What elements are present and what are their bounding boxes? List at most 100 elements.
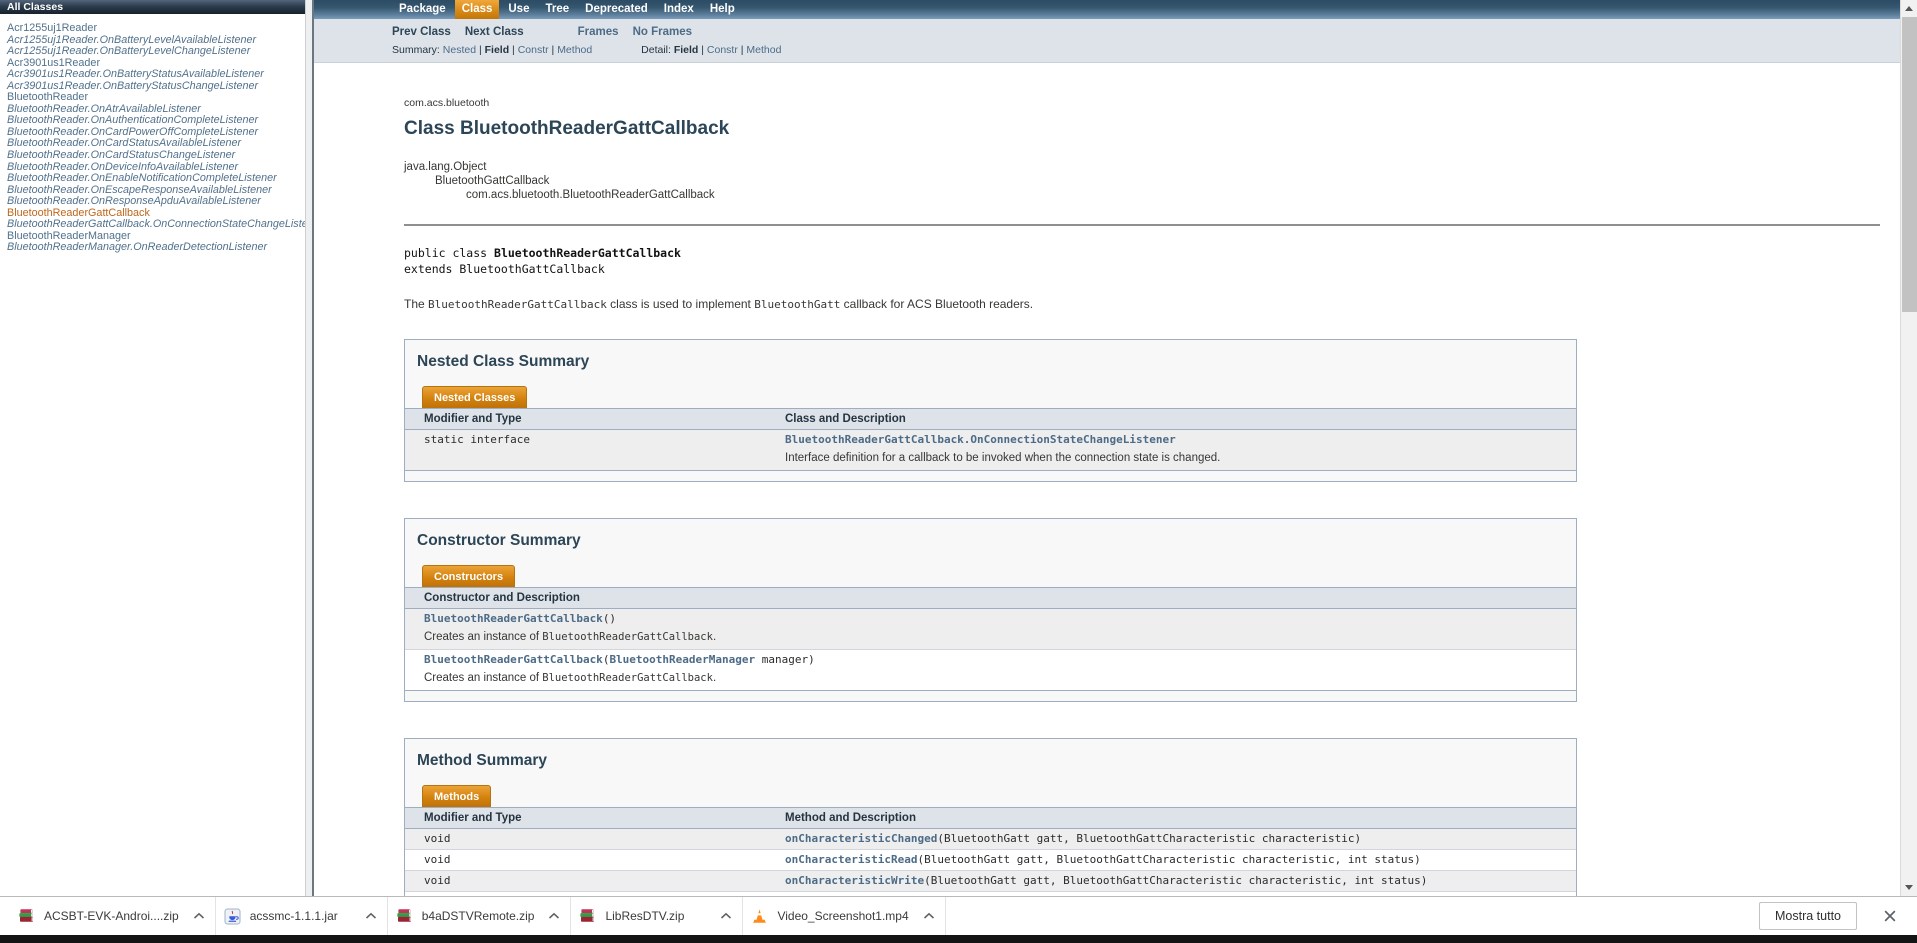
nested-class-link[interactable]: BluetoothReaderGattCallback.OnConnection…: [785, 433, 1176, 446]
constructor-link[interactable]: BluetoothReaderGattCallback: [424, 612, 603, 625]
sub-navigation: Prev Class Next Class Frames No Frames Summ…: [314, 19, 1900, 63]
chevron-up-icon[interactable]: [548, 912, 560, 920]
topnav-tree[interactable]: Tree: [538, 0, 576, 19]
download-filename: acssmc-1.1.1.jar: [249, 909, 338, 923]
topnav-use[interactable]: Use: [501, 0, 536, 19]
subnav-link-constr[interactable]: Constr: [707, 44, 738, 56]
subnav-link-method[interactable]: Method: [557, 44, 592, 56]
constructor-signature: BluetoothReaderGattCallback(): [424, 612, 1571, 626]
section-heading: Method Summary: [417, 752, 548, 769]
description-text: Creates an instance of: [424, 672, 543, 684]
description-text: .: [712, 631, 717, 643]
constructors-table: Constructor and Description BluetoothRea…: [405, 587, 1576, 691]
sidebar-class-link[interactable]: BluetoothReader.OnEnableNotificationComp…: [7, 173, 301, 185]
constructor-link[interactable]: BluetoothReaderGattCallback: [424, 653, 603, 666]
chevron-up-icon[interactable]: [720, 912, 732, 920]
summary-links: Summary: Nested | Field | Constr | Metho…: [392, 44, 592, 56]
table-row: BluetoothReaderGattCallback() Creates an …: [405, 608, 1576, 650]
winrar-icon: [18, 908, 35, 925]
java-icon: [224, 908, 241, 925]
method-link[interactable]: onCharacteristicChanged: [785, 832, 937, 845]
column-header: Class and Description: [766, 408, 1576, 430]
constructor-description: Creates an instance of BluetoothReaderGa…: [424, 671, 1571, 687]
method-summary-section: Method Summary Methods Modifier and Type…: [404, 738, 1577, 896]
method-link[interactable]: onCharacteristicWrite: [785, 874, 924, 887]
table-row: void onCharacteristicWrite(BluetoothGatt …: [405, 870, 1576, 892]
subnav-link-constr[interactable]: Constr: [518, 44, 549, 56]
sidebar-class-link[interactable]: BluetoothReader.OnCardStatusChangeListen…: [7, 149, 301, 162]
nested-classes-tab: Nested Classes: [422, 386, 528, 408]
method-cell: onCharacteristicWrite(BluetoothGatt gatt…: [766, 870, 1576, 892]
screen: All Classes Acr1255uj1Reader Acr1255uj1Re…: [0, 0, 1917, 943]
sidebar-class-link[interactable]: Acr3901us1Reader.OnBatteryStatusAvailabl…: [7, 69, 301, 81]
download-filename: Video_Screenshot1.mp4: [777, 909, 909, 923]
close-icon[interactable]: [1883, 909, 1897, 923]
section-heading: Nested Class Summary: [417, 353, 590, 370]
subnav-link-nested[interactable]: Nested: [443, 44, 476, 56]
scroll-up-arrow[interactable]: [1901, 0, 1917, 17]
download-item[interactable]: LibResDTV.zip: [571, 897, 744, 935]
show-all-downloads-button[interactable]: Mostra tutto: [1759, 902, 1857, 930]
divider: [404, 224, 1880, 226]
subnav-links-row: Prev Class Next Class Frames No Frames: [392, 26, 1900, 38]
subnav-link-prev-class[interactable]: Prev Class: [392, 26, 451, 38]
scrollbar-thumb[interactable]: [1902, 17, 1917, 312]
class-signature: public class BluetoothReaderGattCallback…: [404, 245, 1880, 277]
subnav-link-no-frames[interactable]: No Frames: [633, 26, 692, 38]
method-params: (BluetoothGatt gatt, BluetoothGattCharac…: [937, 832, 1362, 845]
method-cell: onCharacteristicChanged(BluetoothGatt ga…: [766, 829, 1576, 850]
chevron-up-icon[interactable]: [923, 912, 935, 920]
vlc-icon: [751, 908, 768, 925]
return-type-cell: void: [424, 832, 451, 845]
subnav-link-next-class[interactable]: Next Class: [465, 26, 524, 38]
download-item[interactable]: b4aDSTVRemote.zip: [388, 897, 572, 935]
description-text: Creates an instance of: [424, 631, 543, 643]
subnav-link-method[interactable]: Method: [746, 44, 781, 56]
inheritance-root: java.lang.Object: [404, 161, 487, 173]
code-reference: BluetoothReaderGattCallback: [542, 672, 713, 684]
param-text: (): [602, 612, 617, 625]
subnav-text: Field: [484, 44, 510, 56]
subnav-text: |: [509, 44, 518, 56]
method-cell: onCharacteristicRead(BluetoothGatt gatt,…: [766, 849, 1576, 871]
sidebar-class-link[interactable]: BluetoothReaderManager.OnReaderDetection…: [7, 242, 301, 254]
description-text: class is used to implement: [606, 297, 755, 311]
class-list: Acr1255uj1Reader Acr1255uj1Reader.OnBatte…: [0, 14, 305, 254]
topnav-class[interactable]: Class: [454, 0, 500, 19]
chevron-up-icon[interactable]: [365, 912, 377, 920]
inheritance-tree: java.lang.Object BluetoothGattCallback c…: [404, 160, 1880, 202]
download-item[interactable]: acssmc-1.1.1.jar: [216, 897, 388, 935]
detail-links: Detail: Field | Constr | Method: [641, 44, 781, 56]
column-header: Method and Description: [766, 807, 1576, 829]
sidebar-class-link[interactable]: Acr1255uj1Reader.OnBatteryLevelChangeLis…: [7, 46, 301, 58]
table-row: void onCharacteristicChanged(BluetoothGat…: [405, 828, 1576, 850]
description-text: callback for ACS Bluetooth readers.: [840, 297, 1034, 311]
chevron-up-icon[interactable]: [193, 912, 205, 920]
download-item[interactable]: ACSBT-EVK-Androi....zip: [10, 897, 216, 935]
topnav-help[interactable]: Help: [703, 0, 742, 19]
sidebar-class-link[interactable]: Acr1255uj1Reader: [7, 22, 301, 35]
subnav-link-frames[interactable]: Frames: [578, 26, 619, 38]
subnav-text: |: [698, 44, 707, 56]
scroll-down-arrow[interactable]: [1901, 879, 1917, 896]
package-name: com.acs.bluetooth: [404, 97, 490, 109]
topnav-index[interactable]: Index: [657, 0, 701, 19]
column-header: Modifier and Type: [405, 408, 766, 430]
table-row: void onCharacteristicRead(BluetoothGatt g…: [405, 849, 1576, 871]
class-content: com.acs.bluetooth Class BluetoothReaderG…: [314, 97, 1900, 896]
topnav-package[interactable]: Package: [392, 0, 453, 19]
description-text: The: [404, 297, 429, 311]
scrollbar[interactable]: [1900, 0, 1917, 896]
frame-divider[interactable]: [305, 0, 312, 896]
code-reference: BluetoothReaderGattCallback: [542, 631, 713, 643]
table-row: static interface BluetoothReaderGattCallb…: [405, 429, 1576, 471]
subnav-summary-row: Summary: Nested | Field | Constr | Metho…: [392, 44, 1900, 56]
all-classes-header: All Classes: [0, 0, 305, 14]
method-link[interactable]: onCharacteristicRead: [785, 853, 917, 866]
download-item[interactable]: Video_Screenshot1.mp4: [743, 897, 946, 935]
constructor-description: Creates an instance of BluetoothReaderGa…: [424, 630, 1571, 646]
topnav-deprecated[interactable]: Deprecated: [578, 0, 655, 19]
winrar-icon: [396, 908, 413, 925]
downloads-bar: ACSBT-EVK-Androi....zip acssmc-1.1.1.jar b…: [0, 896, 1917, 935]
param-type-link[interactable]: BluetoothReaderManager: [609, 653, 755, 666]
